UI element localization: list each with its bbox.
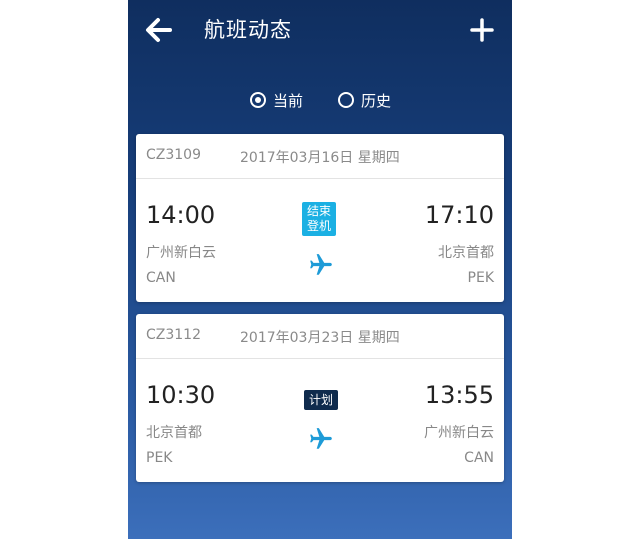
flight-card-header: CZ3109 2017年03月16日 星期四	[136, 134, 504, 179]
app-header: 航班动态	[128, 0, 512, 60]
arrival-code: CAN	[464, 450, 494, 466]
arrival-time: 13:55	[424, 381, 494, 409]
back-button[interactable]	[142, 14, 176, 46]
radio-checked-icon	[250, 92, 266, 108]
departure-time: 14:00	[146, 201, 216, 229]
status-badge-line: 结束	[306, 204, 331, 218]
flight-number: CZ3112	[146, 327, 201, 343]
radio-current[interactable]: 当前	[250, 86, 303, 114]
status-badge: 结束 登机	[302, 202, 336, 236]
back-arrow-icon	[146, 18, 172, 42]
status-badge-line: 登机	[306, 219, 331, 233]
airplane-icon	[310, 254, 332, 275]
airplane-icon	[310, 428, 332, 449]
flight-date: 2017年03月16日 星期四	[240, 150, 400, 166]
departure-city: 北京首都	[146, 425, 202, 441]
arrival-time: 17:10	[424, 201, 494, 229]
flight-card[interactable]: CZ3112 2017年03月23日 星期四 10:30 13:55 计划 北京…	[136, 314, 504, 482]
departure-city: 广州新白云	[146, 245, 216, 261]
departure-code: CAN	[146, 270, 176, 286]
radio-history[interactable]: 历史	[338, 86, 391, 114]
page-title: 航班动态	[204, 18, 292, 42]
arrival-city: 北京首都	[438, 245, 494, 261]
arrival-code: PEK	[467, 270, 494, 286]
departure-time: 10:30	[146, 381, 216, 409]
radio-history-label: 历史	[361, 91, 392, 110]
flight-card-header: CZ3112 2017年03月23日 星期四	[136, 314, 504, 359]
radio-current-label: 当前	[273, 91, 304, 110]
radio-unchecked-icon	[338, 92, 354, 108]
departure-code: PEK	[146, 450, 173, 466]
add-flight-button[interactable]	[466, 14, 498, 46]
app-screen: 航班动态 当前 历史 CZ3109 2017年03月16日 星期四 14:00 …	[128, 0, 512, 539]
status-badge: 计划	[304, 390, 338, 410]
arrival-city: 广州新白云	[424, 425, 494, 441]
plus-icon	[470, 18, 494, 42]
flight-card[interactable]: CZ3109 2017年03月16日 星期四 14:00 17:10 结束 登机…	[136, 134, 504, 302]
time-filter: 当前 历史	[128, 86, 512, 114]
flight-date: 2017年03月23日 星期四	[240, 330, 400, 346]
flight-number: CZ3109	[146, 147, 201, 163]
